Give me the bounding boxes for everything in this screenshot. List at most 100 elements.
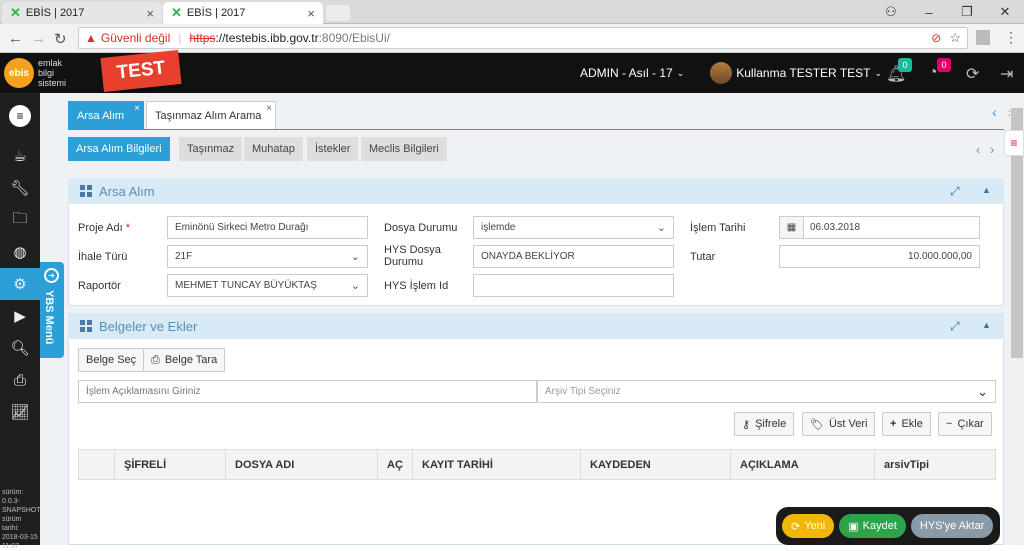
raportor-select[interactable]: MEHMET TUNCAY BÜYÜKTAŞ ⌄ — [167, 274, 368, 297]
minimize-icon[interactable]: – — [910, 5, 948, 20]
logo-text: emlak bilgi sistemi — [38, 58, 67, 88]
close-icon[interactable]: × — [307, 6, 315, 21]
search-icon[interactable]: 🔍︎ — [0, 332, 40, 364]
subtabs-prev-icon[interactable]: ‹ — [976, 142, 980, 157]
column-header[interactable]: arsivTipi — [875, 450, 995, 479]
tab-tasinmaz-alim-arama[interactable]: Taşınmaz Alım Arama × — [146, 101, 276, 129]
role-dropdown[interactable]: ADMIN - Asıl - 17 — [580, 66, 673, 80]
new-tab-button[interactable] — [326, 5, 350, 21]
action-bar: ⟳ Yeni ▣ Kaydet HYS'ye Aktar — [776, 507, 1000, 545]
play-icon[interactable]: ▶ — [0, 300, 40, 332]
extension-icon[interactable] — [976, 30, 990, 45]
arsiv-tipi-select[interactable]: Arşiv Tipi Seçiniz ⌄ — [537, 380, 996, 403]
ihale-turu-select[interactable]: 21F ⌄ — [167, 245, 368, 268]
hys-islem-id-label: HYS İşlem Id — [384, 280, 449, 292]
url-field[interactable]: ▲ Güvenli değil | https ://testebis.ibb.… — [78, 27, 968, 49]
close-window-icon[interactable]: ✕ — [986, 4, 1024, 20]
print-icon[interactable]: ⎙ — [0, 364, 40, 396]
refresh-icon: ⟳ — [791, 520, 801, 533]
hys-aktar-button[interactable]: HYS'ye Aktar — [910, 514, 994, 538]
browser-tab-active[interactable]: ✕ EBİS | 2017 × — [163, 2, 323, 24]
aciklama-input[interactable]: İşlem Açıklamasını Giriniz — [78, 380, 537, 403]
gear-icon[interactable]: ⚙ — [0, 268, 40, 300]
blocked-icon[interactable]: ⊘ — [931, 31, 941, 45]
forward-icon[interactable]: → — [31, 30, 46, 47]
collapse-icon[interactable]: ▲ — [982, 185, 991, 195]
browser-tab-title: EBİS | 2017 — [25, 7, 85, 19]
ust-veri-button[interactable]: 🏷︎ Üst Veri — [802, 412, 876, 436]
address-bar: ← → ↻ ▲ Güvenli değil | https ://testebi… — [0, 24, 1024, 53]
sifrele-button[interactable]: ⚷ Şifrele — [734, 412, 795, 436]
globe-icon[interactable]: ◍ — [0, 236, 40, 268]
panel-title: Belgeler ve Ekler — [99, 318, 198, 334]
tabs-prev-icon[interactable]: ‹ — [992, 104, 997, 120]
back-icon[interactable]: ← — [8, 30, 23, 47]
tab-muhatap[interactable]: Muhatap — [244, 137, 303, 161]
menu-dots-icon[interactable]: ⋮ — [1004, 29, 1018, 46]
tab-arsa-alim[interactable]: Arsa Alım × — [68, 101, 144, 129]
hys-dosya-durumu-label: HYS Dosya Durumu — [384, 244, 441, 268]
islem-tarihi-label: İşlem Tarihi — [690, 222, 746, 234]
url-scheme: https — [189, 31, 216, 45]
expand-icon[interactable]: ⤢ — [950, 319, 960, 334]
logout-icon[interactable]: ⇥ — [1000, 64, 1013, 84]
ihale-turu-label: İhale Türü — [78, 251, 128, 263]
column-header[interactable]: KAYIT TARİHİ — [413, 450, 581, 479]
chart-icon[interactable]: 📈︎ — [0, 396, 40, 428]
avatar[interactable] — [710, 62, 733, 84]
chevron-down-icon: ⌄ — [350, 280, 360, 292]
restore-icon[interactable]: ❐ — [948, 4, 986, 20]
tab-meclis-bilgileri[interactable]: Meclis Bilgileri — [361, 137, 447, 161]
browser-tab[interactable]: ✕ EBİS | 2017 × — [2, 2, 162, 24]
arsa-alim-panel-header: Arsa Alım — [68, 178, 1004, 204]
tutar-input[interactable]: 10.000.000,00 — [779, 245, 980, 268]
wrench-icon[interactable]: 🔧︎ — [0, 172, 40, 204]
tab-istekler[interactable]: İstekler — [307, 137, 359, 161]
subtabs-next-icon[interactable]: › — [990, 142, 994, 157]
column-header[interactable]: ŞİFRELİ — [115, 450, 226, 479]
column-header[interactable]: DOSYA ADI — [226, 450, 378, 479]
minus-icon: − — [946, 418, 953, 430]
ekle-button[interactable]: + Ekle — [882, 412, 931, 436]
hamburger-icon[interactable]: ≡ — [0, 100, 40, 132]
documents-table-header: ŞİFRELİ DOSYA ADI AÇ KAYIT TARİHİ KAYDED… — [78, 449, 996, 480]
refresh-icon[interactable]: ⟳ — [966, 64, 979, 84]
close-icon[interactable]: × — [134, 103, 140, 114]
yeni-button[interactable]: ⟳ Yeni — [782, 514, 835, 538]
kaydet-button[interactable]: ▣ Kaydet — [839, 514, 906, 538]
dosya-durumu-select[interactable]: işlemde ⌄ — [473, 216, 674, 239]
column-header[interactable]: KAYDEDEN — [581, 450, 731, 479]
calendar-icon[interactable]: ▦ — [780, 217, 804, 238]
column-header[interactable]: AÇ — [378, 450, 413, 479]
notification-badge: 0 — [898, 58, 912, 72]
tab-arsa-alim-bilgileri[interactable]: Arsa Alım Bilgileri — [68, 137, 170, 161]
belge-tara-button[interactable]: ⎙ Belge Tara — [143, 348, 226, 372]
cikar-button[interactable]: − Çıkar — [938, 412, 992, 436]
grid-icon — [80, 185, 92, 197]
collapse-icon[interactable]: ▲ — [982, 320, 991, 330]
hys-islem-id-input[interactable] — [473, 274, 674, 297]
hys-dosya-durumu-input[interactable]: ONAYDA BEKLİYOR — [473, 245, 674, 268]
user-dropdown[interactable]: Kullanma TESTER TEST — [736, 66, 870, 80]
folder-icon[interactable]: 🗀 — [0, 204, 40, 236]
ebis-logo: ebis — [4, 58, 34, 88]
close-icon[interactable]: × — [266, 103, 272, 114]
tab-tasinmaz[interactable]: Taşınmaz — [179, 137, 243, 161]
column-header[interactable]: AÇIKLAMA — [731, 450, 875, 479]
header-user-area: ADMIN - Asıl - 17 ⌄ Kullanma TESTER TEST… — [580, 53, 882, 93]
coffee-icon[interactable]: ☕︎ — [0, 140, 40, 172]
ebis-favicon-icon: ✕ — [10, 5, 21, 20]
star-icon[interactable]: ☆ — [949, 30, 961, 46]
islem-tarihi-input[interactable]: ▦ 06.03.2018 — [779, 216, 980, 239]
proje-adi-input[interactable]: Eminönü Sirkeci Metro Durağı — [167, 216, 368, 239]
side-menu-toggle-icon[interactable]: ≡ — [1004, 130, 1024, 156]
expand-icon[interactable]: ⤢ — [950, 184, 960, 199]
close-icon[interactable]: × — [146, 6, 154, 21]
chevron-down-icon: ⌄ — [656, 222, 666, 234]
panel-title: Arsa Alım — [99, 183, 155, 199]
ybs-menu-tab[interactable]: ➜ YBS Menü — [40, 262, 64, 358]
key-icon: ⚷ — [742, 418, 751, 431]
reload-icon[interactable]: ↻ — [54, 30, 67, 48]
profile-icon[interactable]: ⚇ — [872, 4, 910, 20]
belge-sec-button[interactable]: Belge Seç — [78, 348, 145, 372]
